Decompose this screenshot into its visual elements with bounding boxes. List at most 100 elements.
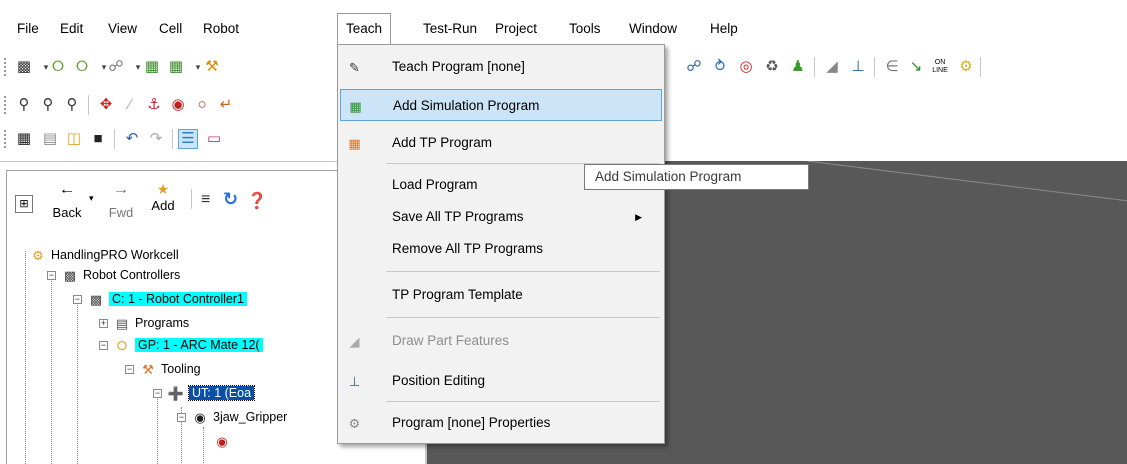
robot-controller-icon[interactable]: ▩ [14,57,34,77]
operator-icon[interactable]: ♟ [788,57,808,77]
toolbar-file: ▦ ▤ ◫ ■ ↶ ↷ ☰ ▭ [0,122,337,156]
robot-group-icon: ⭘ [116,337,128,353]
collapse-icon[interactable]: − [125,365,134,374]
machine-icon[interactable]: ▦ [142,57,162,77]
draw-part-features-icon: ◢ [349,334,360,349]
tree-item-label: C: 1 - Robot Controller1 [109,292,248,306]
link-icon[interactable]: ☍ [684,57,704,77]
collapse-all-icon[interactable]: ⊞ [15,195,33,213]
open-folder-icon[interactable]: ◫ [64,129,84,149]
back-button[interactable]: 🠀 Back [47,181,87,220]
machine-add-icon[interactable]: ▦ [166,57,186,77]
add-button[interactable]: ★ Add [143,181,183,213]
robot-online-icon[interactable]: ↘ [906,57,926,77]
zoom-in-icon[interactable]: ⚲ [14,95,34,115]
programs-icon: ▤ [115,315,129,331]
menu-cell[interactable]: Cell [159,14,182,44]
undo-icon[interactable]: ↶ [122,129,142,149]
back-arrow-icon: 🠀 [61,183,73,199]
zoom-window-icon[interactable]: ⚲ [62,95,82,115]
tree-item-programs[interactable]: ▤ Programs [113,313,189,333]
menu-item-tp-program-template[interactable]: TP Program Template [340,279,662,311]
target-icon[interactable]: ◎ [736,57,756,77]
menu-view[interactable]: View [108,14,137,44]
menu-item-teach-program[interactable]: ✎ Teach Program [none] [340,51,662,83]
hierarchy-icon[interactable]: ≡ [201,191,210,209]
menu-edit[interactable]: Edit [60,14,83,44]
part-features-icon[interactable]: ◢ [822,57,842,77]
fixture-icon[interactable]: ☍ [106,57,126,77]
sign-icon[interactable]: ♻ [762,57,782,77]
back-dropdown-icon[interactable]: ▾ [89,193,94,204]
menu-item-program-properties[interactable]: ⚙ Program [none] Properties [340,407,662,439]
tree-item-motion-group[interactable]: ⭘ GP: 1 - ARC Mate 12( [113,335,263,355]
menu-item-label: TP Program Template [392,287,523,302]
measure-icon[interactable]: ∕ [120,95,140,115]
move-icon[interactable]: ✥ [96,95,116,115]
menu-robot[interactable]: Robot [203,14,239,44]
expand-icon[interactable]: + [99,319,108,328]
tree-item-label: HandlingPRO Workcell [51,248,179,262]
frame-move-icon[interactable]: ○ [192,95,212,115]
menu-item-save-all-tp-programs[interactable]: Save All TP Programs ▶ [340,201,662,233]
tree-item-controller[interactable]: ▩ C: 1 - Robot Controller1 [87,289,248,309]
controller-icon: ▩ [89,291,103,307]
menu-test-run[interactable]: Test-Run [423,14,477,44]
menu-item-remove-all-tp-programs[interactable]: Remove All TP Programs [340,233,662,265]
tree-view-icon[interactable]: ☰ [178,129,198,149]
collapse-icon[interactable]: − [177,413,186,422]
frame-icon[interactable]: ⚓ [144,95,164,115]
tree-item-gripper[interactable]: ◉ 3jaw_Gripper [191,407,287,427]
menu-help[interactable]: Help [710,14,738,44]
toolbar-grip[interactable] [4,130,7,148]
menu-file[interactable]: File [17,14,39,44]
tree-item-gripper-part[interactable]: ◉ [213,431,235,451]
menu-item-add-simulation-program[interactable]: ▦ Add Simulation Program [340,89,662,121]
tree-item-workcell[interactable]: ⚙ HandlingPRO Workcell [29,245,179,265]
new-document-icon[interactable]: ▤ [40,129,60,149]
robot-arm-add-icon[interactable]: ⭘ [72,57,92,77]
menu-project[interactable]: Project [495,14,537,44]
menu-window[interactable]: Window [629,14,677,44]
zoom-out-icon[interactable]: ⚲ [38,95,58,115]
menu-item-draw-part-features: ◢ Draw Part Features [340,325,662,357]
redo-icon[interactable]: ↷ [146,129,166,149]
menu-tools[interactable]: Tools [569,14,601,44]
tooling-icon: ⚒ [142,361,154,377]
snap-icon[interactable]: ↵ [216,95,236,115]
menu-item-position-editing[interactable]: ⊥ Position Editing [340,365,662,397]
tree-item-user-tool[interactable]: ➕ UT: 1 (Eoa [167,383,256,403]
online-icon[interactable]: ON LINE [930,57,950,77]
frame-add-icon[interactable]: ◉ [168,95,188,115]
collapse-icon[interactable]: − [153,389,162,398]
toolbar-grip[interactable] [4,96,7,114]
collapse-icon[interactable]: − [99,341,108,350]
menu-separator [386,317,660,318]
menu-item-add-tp-program[interactable]: ▦ Add TP Program [340,127,662,159]
toolbar-separator [172,129,173,149]
grid-icon[interactable]: ▦ [14,129,34,149]
network-icon[interactable]: ⚙ [956,57,976,77]
toolbar-grip[interactable] [4,58,7,76]
save-icon[interactable]: ■ [88,129,108,149]
collapse-icon[interactable]: − [47,271,56,280]
tree-line [25,251,26,464]
forward-arrow-icon: 🠂 [115,183,127,199]
menu-teach[interactable]: Teach [337,13,392,44]
collapse-icon[interactable]: − [73,295,82,304]
tooling-icon[interactable]: ⚒ [202,57,222,77]
forward-button[interactable]: 🠂 Fwd [101,181,141,220]
tree-item-label: Robot Controllers [83,268,181,282]
library-icon[interactable]: ▭ [204,129,224,149]
robot-arm-icon[interactable]: ⭘ [48,57,68,77]
menu-item-label: Load Program [392,177,478,192]
io-icon[interactable]: ∈ [882,57,902,77]
robot-controllers-icon: ▩ [63,267,77,283]
help-icon[interactable]: ❓ [247,191,267,211]
position-editing-icon[interactable]: ⊥ [848,57,868,77]
tree-item-tooling[interactable]: ⚒ Tooling [139,359,200,379]
path-icon[interactable]: ⥁ [710,57,730,77]
toolbar-separator [980,57,981,77]
refresh-icon[interactable]: ↻ [223,189,238,210]
tree-item-robot-controllers[interactable]: ▩ Robot Controllers [61,265,180,285]
